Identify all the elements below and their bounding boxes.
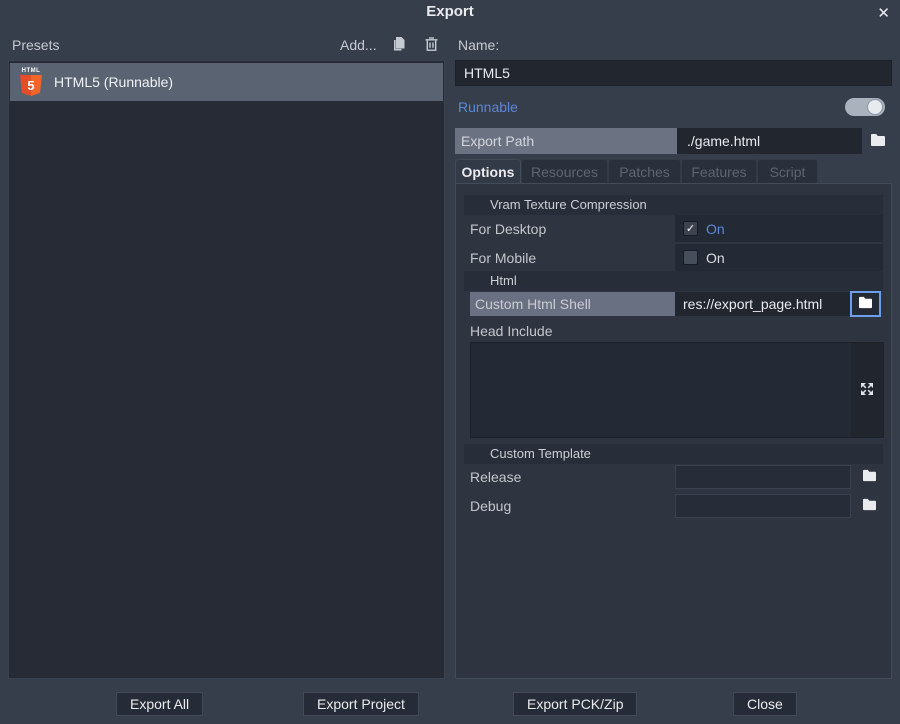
section-html: Html: [464, 271, 883, 291]
for-mobile-on-label: On: [706, 250, 725, 266]
custom-html-shell-input[interactable]: res://export_page.html: [675, 292, 850, 316]
folder-icon: [862, 498, 877, 514]
head-include-label: Head Include: [470, 323, 553, 339]
dialog-title: Export: [0, 3, 900, 20]
delete-preset-button[interactable]: [422, 36, 440, 54]
custom-html-shell-label: Custom Html Shell: [470, 292, 675, 316]
trash-icon: [424, 36, 439, 55]
add-preset-button[interactable]: Add...: [340, 37, 377, 53]
folder-icon: [870, 133, 886, 150]
debug-label: Debug: [470, 498, 511, 514]
export-pck-zip-button[interactable]: Export PCK/Zip: [513, 692, 637, 716]
tab-patches[interactable]: Patches: [608, 159, 681, 184]
export-project-button[interactable]: Export Project: [303, 692, 419, 716]
debug-browse-button[interactable]: [856, 494, 882, 518]
export-all-button[interactable]: Export All: [116, 692, 203, 716]
runnable-toggle[interactable]: [845, 98, 885, 116]
head-include-expand-button[interactable]: [851, 343, 883, 437]
for-desktop-label: For Desktop: [470, 221, 546, 237]
head-include-textarea[interactable]: [470, 342, 884, 438]
presets-list: HTML 5 HTML5 (Runnable): [8, 60, 445, 679]
tab-script[interactable]: Script: [757, 159, 818, 184]
copy-icon: [391, 36, 407, 55]
for-mobile-value: On: [675, 244, 883, 271]
folder-icon: [862, 469, 877, 485]
for-mobile-checkbox[interactable]: [683, 250, 698, 265]
duplicate-preset-button[interactable]: [390, 36, 408, 54]
close-button[interactable]: Close: [733, 692, 797, 716]
presets-header: Presets: [12, 37, 59, 53]
name-input[interactable]: [455, 60, 892, 86]
name-label: Name:: [458, 37, 499, 53]
close-icon[interactable]: ✕: [877, 4, 890, 22]
options-panel: Vram Texture Compression For Desktop ✓ O…: [455, 183, 892, 679]
toggle-knob: [867, 99, 883, 115]
custom-html-shell-browse-button[interactable]: [850, 291, 881, 317]
preset-item-html5[interactable]: HTML 5 HTML5 (Runnable): [10, 63, 443, 101]
html5-icon: HTML 5: [18, 68, 44, 96]
release-browse-button[interactable]: [856, 465, 882, 489]
runnable-label: Runnable: [458, 99, 518, 115]
options-tab-bar: Options Resources Patches Features Scrip…: [455, 158, 818, 184]
export-path-label: Export Path: [455, 128, 677, 154]
for-desktop-on-label[interactable]: On: [706, 221, 725, 237]
for-desktop-checkbox[interactable]: ✓: [683, 221, 698, 236]
section-custom-template: Custom Template: [464, 444, 883, 464]
release-input[interactable]: [675, 465, 851, 489]
tab-options[interactable]: Options: [455, 159, 521, 184]
export-path-input[interactable]: ./game.html: [677, 128, 862, 154]
debug-input[interactable]: [675, 494, 851, 518]
release-label: Release: [470, 469, 521, 485]
export-dialog: { "window": { "title": "Export" }, "icon…: [0, 0, 900, 724]
tab-features[interactable]: Features: [681, 159, 757, 184]
export-path-browse-button[interactable]: [864, 128, 892, 154]
tab-resources[interactable]: Resources: [521, 159, 608, 184]
section-vram-texture-compression: Vram Texture Compression: [464, 195, 883, 215]
folder-icon: [858, 296, 873, 312]
preset-item-label: HTML5 (Runnable): [54, 74, 173, 90]
for-mobile-label: For Mobile: [470, 250, 536, 266]
expand-icon: [859, 381, 875, 400]
for-desktop-value: ✓ On: [675, 215, 883, 242]
